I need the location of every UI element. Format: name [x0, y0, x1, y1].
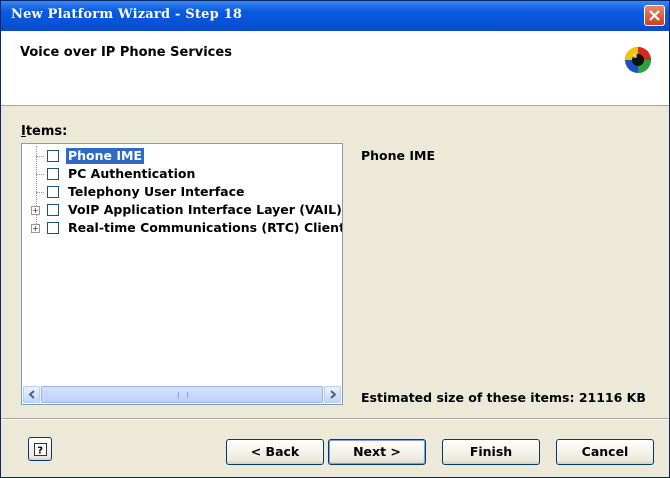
tree-item-pc-authentication[interactable]: PC Authentication: [22, 166, 342, 184]
close-button[interactable]: [644, 5, 665, 26]
cancel-button[interactable]: Cancel: [556, 439, 654, 465]
close-icon: [649, 10, 660, 21]
estimated-size: Estimated size of these items: 21116 KB: [361, 390, 646, 405]
footer-divider: [1, 418, 669, 420]
finish-button[interactable]: Finish: [442, 439, 540, 465]
title-bar[interactable]: New Platform Wizard - Step 18: [1, 1, 669, 31]
expand-icon[interactable]: +: [31, 206, 40, 215]
description-title: Phone IME: [361, 148, 436, 163]
tree-item-vail[interactable]: + VoIP Application Interface Layer (VAIL…: [22, 202, 342, 220]
checkbox-vail[interactable]: [47, 204, 59, 216]
help-icon: ?: [34, 443, 47, 456]
chevron-left-icon: [28, 390, 35, 399]
tree-item-label[interactable]: Real-time Communications (RTC) Client AP…: [66, 220, 342, 236]
wizard-header: Voice over IP Phone Services: [1, 31, 669, 106]
tree-item-rtc-client[interactable]: + Real-time Communications (RTC) Client …: [22, 220, 342, 238]
items-label: Items:: [21, 124, 68, 139]
next-button[interactable]: Next >: [328, 439, 426, 465]
scroll-left-button[interactable]: [23, 386, 40, 403]
scroll-thumb[interactable]: [41, 386, 323, 403]
wizard-window: New Platform Wizard - Step 18 Voice over…: [0, 0, 670, 478]
back-button[interactable]: < Back: [226, 439, 324, 465]
horizontal-scrollbar[interactable]: [23, 386, 341, 403]
tree-item-phone-ime[interactable]: Phone IME: [22, 148, 342, 166]
tree-item-label[interactable]: Phone IME: [66, 148, 145, 164]
page-title: Voice over IP Phone Services: [20, 45, 232, 60]
items-label-rest: tems:: [25, 124, 68, 139]
tree-item-label[interactable]: PC Authentication: [66, 166, 197, 182]
checkbox-rtc-client[interactable]: [47, 222, 59, 234]
wizard-logo-icon: [625, 47, 651, 73]
expand-icon[interactable]: +: [31, 224, 40, 233]
checkbox-phone-ime[interactable]: [47, 150, 59, 162]
help-button[interactable]: ?: [28, 437, 52, 461]
tree-item-telephony-ui[interactable]: Telephony User Interface: [22, 184, 342, 202]
checkbox-pc-authentication[interactable]: [47, 168, 59, 180]
tree-item-label[interactable]: VoIP Application Interface Layer (VAIL): [66, 202, 342, 218]
chevron-right-icon: [330, 390, 337, 399]
scroll-right-button[interactable]: [324, 386, 341, 403]
window-title: New Platform Wizard - Step 18: [11, 7, 243, 22]
checkbox-telephony-ui[interactable]: [47, 186, 59, 198]
tree-item-label[interactable]: Telephony User Interface: [66, 184, 246, 200]
items-tree[interactable]: Phone IME PC Authentication Telephony Us…: [21, 143, 343, 405]
svg-text:?: ?: [37, 446, 43, 457]
